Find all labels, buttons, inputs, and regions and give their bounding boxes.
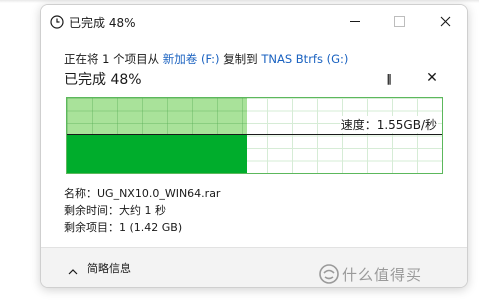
dialog-content: 正在将 1 个项目从 新加卷 (F:) 复制到 TNAS Btrfs (G:) … bbox=[41, 37, 467, 247]
pause-button[interactable]: ‖ bbox=[381, 71, 397, 87]
watermark: 什么值得买 bbox=[318, 264, 468, 284]
speed-area bbox=[67, 134, 247, 173]
items-remaining: 剩余项目：1 (1.42 GB) bbox=[64, 221, 183, 234]
chevron-up-icon[interactable] bbox=[67, 262, 79, 275]
close-icon bbox=[440, 16, 450, 26]
copy-prefix: 正在将 1 个项目从 bbox=[64, 52, 160, 66]
smzdm-logo-icon bbox=[318, 264, 340, 284]
progress-percent-label: 已完成 48% bbox=[64, 72, 142, 88]
speed-chart: 速度：1.55GB/秒 bbox=[66, 97, 443, 174]
destination-link[interactable]: TNAS Btrfs (G:) bbox=[261, 52, 348, 66]
file-name: 名称：UG_NX10.0_WIN64.rar bbox=[64, 187, 221, 200]
maximize-button[interactable] bbox=[379, 9, 419, 33]
copy-middle: 复制到 bbox=[223, 52, 258, 66]
clock-icon bbox=[50, 14, 64, 29]
window-title: 已完成 48% bbox=[69, 16, 136, 30]
source-link[interactable]: 新加卷 (F:) bbox=[163, 52, 220, 66]
copy-description: 正在将 1 个项目从 新加卷 (F:) 复制到 TNAS Btrfs (G:) bbox=[64, 51, 348, 67]
speed-line bbox=[67, 134, 442, 135]
watermark-text: 什么值得买 bbox=[342, 266, 423, 284]
title-bar[interactable]: 已完成 48% bbox=[41, 5, 467, 37]
cancel-button[interactable]: ✕ bbox=[424, 70, 440, 86]
fewer-details-button[interactable]: 简略信息 bbox=[87, 260, 131, 276]
close-window-button[interactable] bbox=[425, 9, 465, 33]
minimize-button[interactable] bbox=[335, 9, 375, 33]
speed-label: 速度：1.55GB/秒 bbox=[339, 116, 438, 133]
background-strip bbox=[0, 0, 479, 3]
file-copy-dialog: 已完成 48% 正在将 1 个项目从 新加卷 (F:) 复制到 TNAS Btr… bbox=[40, 4, 468, 288]
time-remaining: 剩余时间：大约 1 秒 bbox=[64, 204, 166, 217]
